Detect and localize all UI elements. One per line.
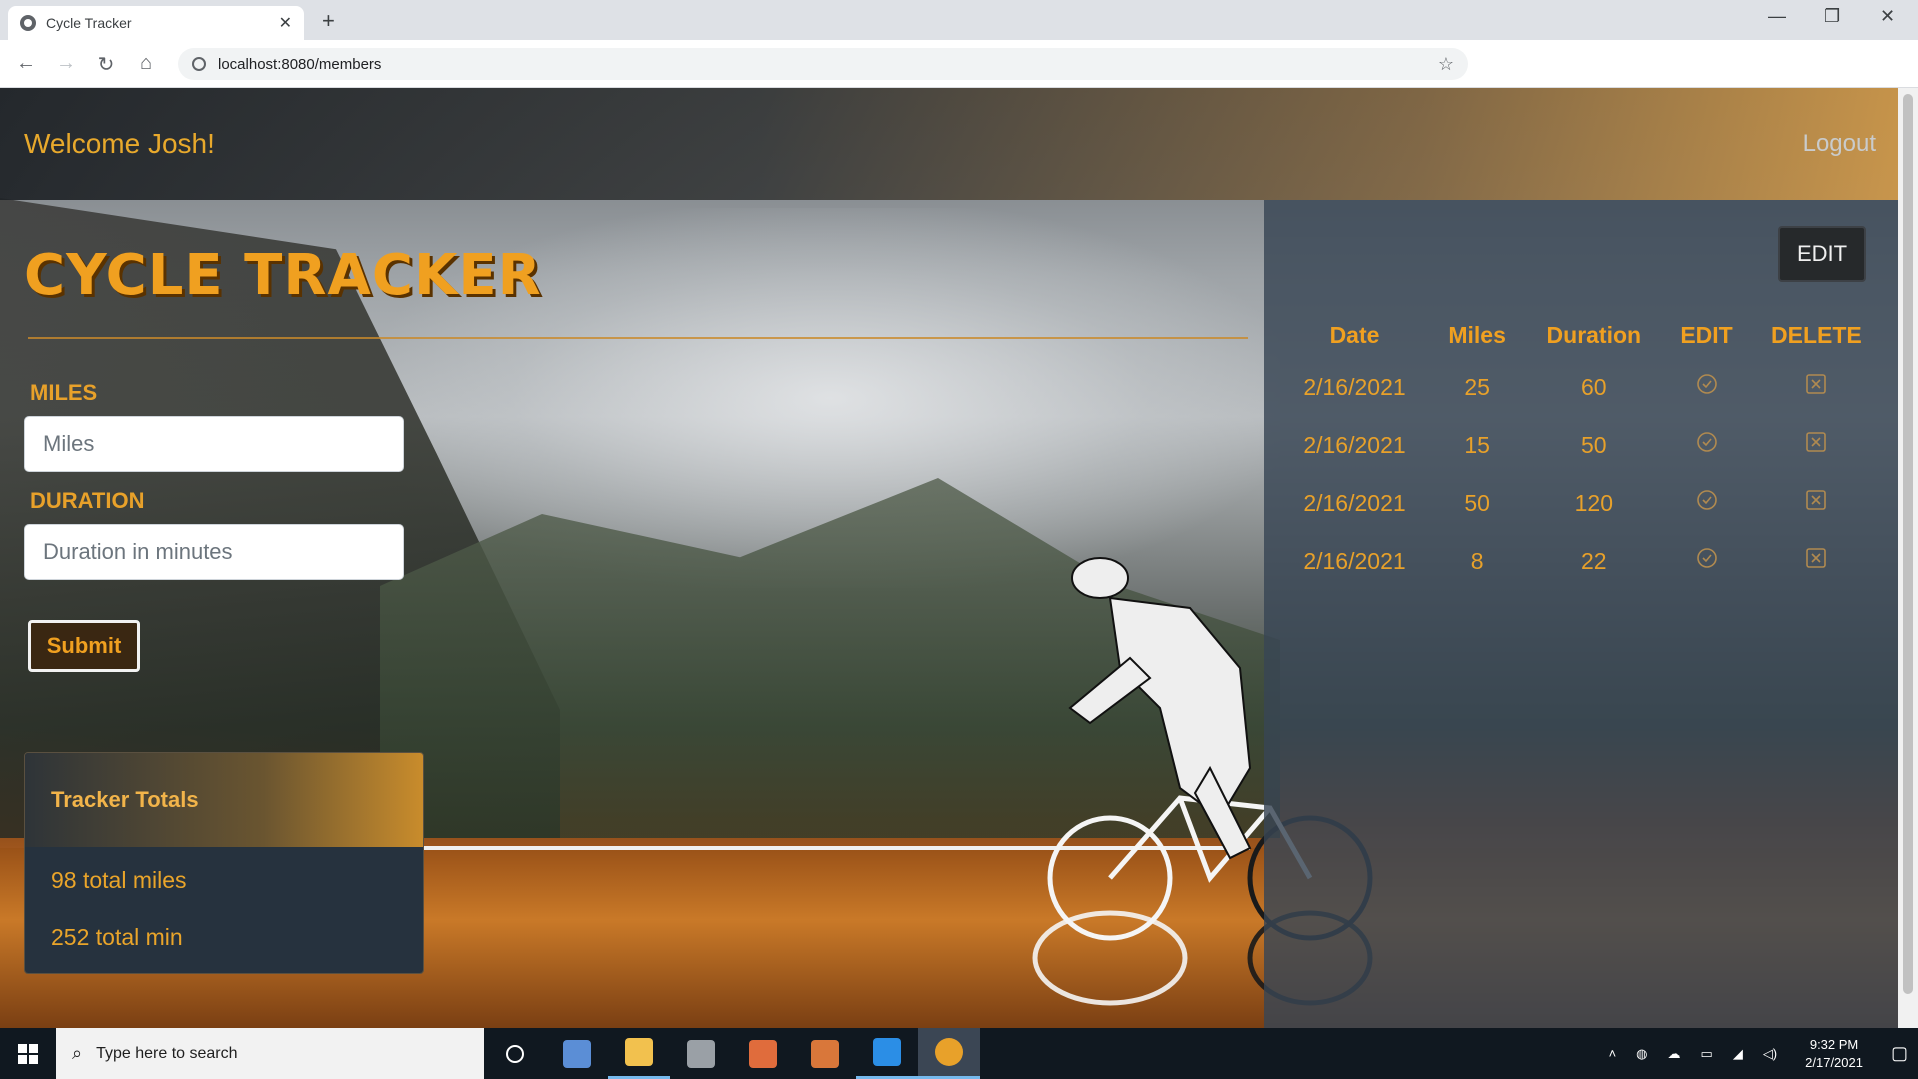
scrollbar[interactable] [1898,88,1918,1028]
task-view-icon[interactable] [484,1028,546,1079]
check-circle-icon[interactable] [1695,372,1719,396]
network-icon[interactable]: ◍ [1636,1046,1647,1062]
table-row: 2/16/2021 25 60 [1276,358,1886,416]
back-icon[interactable]: ← [14,52,38,75]
reload-icon[interactable]: ↻ [94,52,118,77]
table-row: 2/16/2021 50 120 [1276,474,1886,532]
taskbar-search-placeholder: Type here to search [96,1044,238,1062]
taskbar-search-input[interactable]: ⌕ Type here to search [56,1028,484,1079]
app-icon[interactable] [670,1028,732,1079]
close-icon[interactable]: ✕ [279,13,292,33]
address-bar: ← → ↻ ⌂ localhost:8080/members ☆ J ⋮ [0,40,1918,117]
cell-date: 2/16/2021 [1303,489,1406,516]
totals-card: Tracker Totals 98 total miles 252 total … [24,752,424,974]
clock-time: 9:32 PM [1809,1036,1859,1052]
title-divider [28,337,1248,339]
folder-icon[interactable]: ▭ [1701,1046,1713,1062]
duration-input[interactable] [24,524,404,580]
site-info-icon[interactable] [192,57,206,71]
chevron-up-icon[interactable]: ˄ [1609,1046,1617,1061]
column-header-duration: Duration [1546,321,1642,348]
new-tab-icon[interactable]: + [322,8,335,34]
total-miles: 98 total miles [51,867,187,893]
browser-tab[interactable]: Cycle Tracker ✕ [8,6,304,40]
file-explorer-icon[interactable] [608,1028,670,1079]
cell-miles: 25 [1464,373,1490,400]
x-square-icon[interactable] [1804,430,1828,454]
navbar: Welcome Josh! Logout [0,88,1898,200]
totals-body: 98 total miles 252 total min [25,847,423,973]
welcome-message: Welcome Josh! [24,128,215,159]
cell-miles: 50 [1464,489,1490,516]
cell-duration: 60 [1581,373,1607,400]
system-tray: ˄ ◍ ☁ ▭ ◢ ◁) 9:32 PM 2/17/2021 ▢ [1599,1028,1918,1079]
cell-miles: 15 [1464,431,1490,458]
page-viewport: Welcome Josh! Logout CYCLE TRACKER MILES… [0,88,1898,1028]
search-icon: ⌕ [72,1043,83,1063]
taskbar: ⌕ Type here to search ˄ ◍ ☁ ▭ ◢ ◁) 9:32 … [0,1028,1918,1079]
volume-icon[interactable]: ◁) [1763,1046,1777,1062]
check-circle-icon[interactable] [1695,546,1719,570]
git-icon[interactable] [794,1028,856,1079]
home-icon[interactable]: ⌂ [134,52,158,75]
tab-title: Cycle Tracker [46,15,132,31]
notification-icon[interactable]: ▢ [1891,1043,1908,1064]
restore-icon[interactable]: ❐ [1824,6,1840,27]
cell-duration: 120 [1574,489,1613,516]
url-text: localhost:8080/members [218,55,382,73]
column-header-delete: DELETE [1771,321,1862,348]
clock[interactable]: 9:32 PM 2/17/2021 [1805,1036,1863,1072]
window-close-icon[interactable]: ✕ [1880,6,1895,27]
cell-date: 2/16/2021 [1303,431,1406,458]
scrollbar-thumb[interactable] [1903,94,1913,994]
total-minutes: 252 total min [51,924,183,950]
url-input[interactable]: localhost:8080/members ☆ [178,48,1468,80]
edit-button[interactable]: EDIT [1778,226,1866,282]
cell-duration: 50 [1581,431,1607,458]
calculator-icon[interactable] [546,1028,608,1079]
table-header: Date Miles Duration EDIT DELETE [1276,312,1886,358]
duration-label: DURATION [30,488,145,513]
rides-table: Date Miles Duration EDIT DELETE 2/16/202… [1276,312,1886,590]
forward-icon[interactable]: → [54,52,78,75]
rides-panel: EDIT Date Miles Duration EDIT DELETE 2/1… [1264,200,1898,1028]
clock-date: 2/17/2021 [1805,1054,1863,1070]
table-row: 2/16/2021 15 50 [1276,416,1886,474]
bookmark-star-icon[interactable]: ☆ [1438,54,1454,75]
check-circle-icon[interactable] [1695,430,1719,454]
cell-duration: 22 [1581,547,1607,574]
miles-label: MILES [30,380,98,405]
check-circle-icon[interactable] [1695,488,1719,512]
column-header-date: Date [1329,321,1380,348]
cell-miles: 8 [1470,547,1484,574]
globe-icon [20,15,36,31]
chrome-icon[interactable] [918,1028,980,1079]
logout-link[interactable]: Logout [1803,130,1876,158]
windows-start-icon[interactable] [0,1028,56,1079]
cell-date: 2/16/2021 [1303,373,1406,400]
column-header-edit: EDIT [1680,321,1733,348]
x-square-icon[interactable] [1804,488,1828,512]
x-square-icon[interactable] [1804,372,1828,396]
vscode-icon[interactable] [856,1028,918,1079]
table-row: 2/16/2021 8 22 [1276,532,1886,590]
x-square-icon[interactable] [1804,546,1828,570]
cloud-icon[interactable]: ☁ [1668,1046,1681,1062]
cell-date: 2/16/2021 [1303,547,1406,574]
column-header-miles: Miles [1448,321,1506,348]
miles-input[interactable] [24,416,404,472]
submit-button[interactable]: Submit [28,620,140,672]
totals-title: Tracker Totals [25,753,423,847]
wifi-icon[interactable]: ◢ [1733,1046,1743,1062]
minimize-icon[interactable]: — [1768,6,1786,27]
page-title: CYCLE TRACKER [24,243,542,308]
browser-tabbar: Cycle Tracker ✕ + — ❐ ✕ [0,0,1918,40]
git-icon[interactable] [732,1028,794,1079]
